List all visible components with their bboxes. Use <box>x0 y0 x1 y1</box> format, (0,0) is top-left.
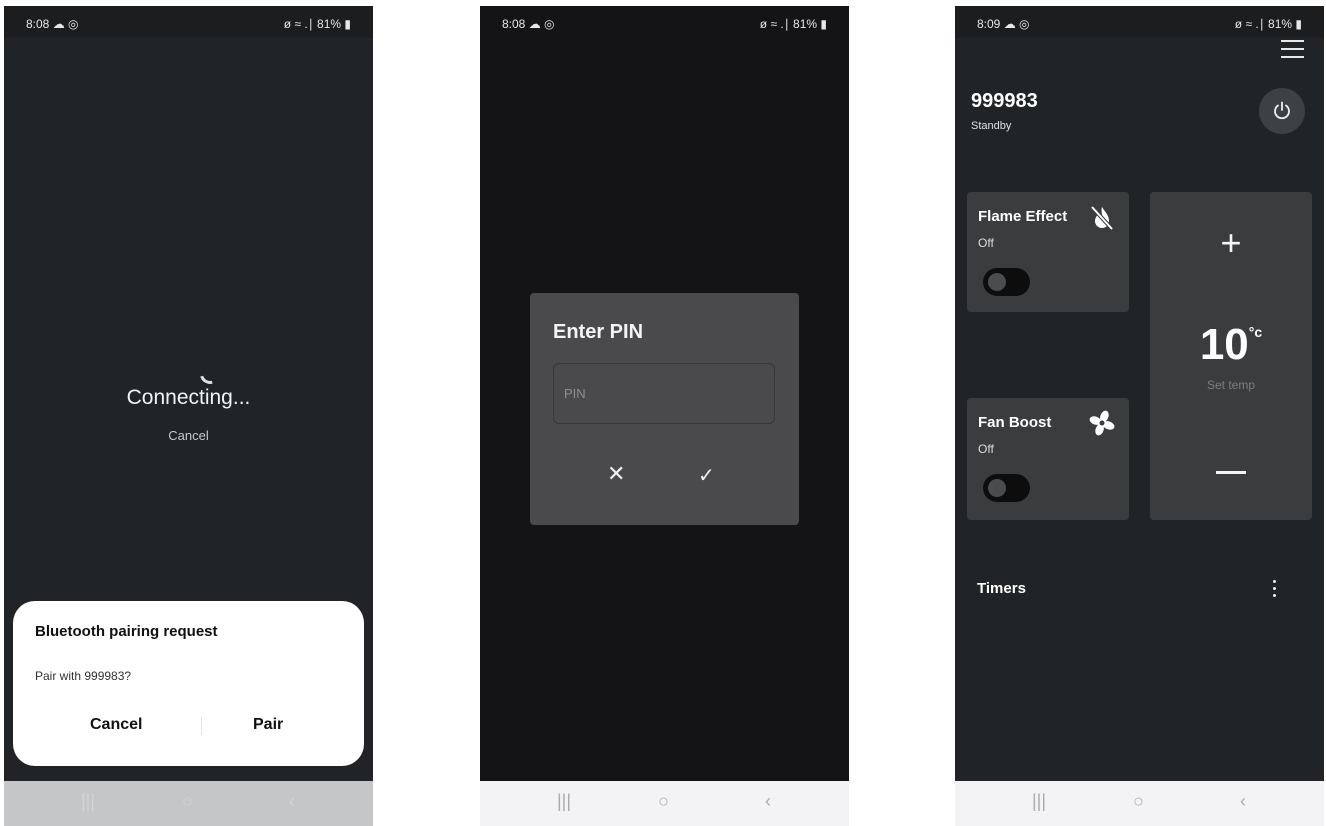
fan-icon <box>1089 410 1115 436</box>
fan-boost-toggle[interactable] <box>983 474 1030 502</box>
recent-apps-icon[interactable]: ||| <box>557 791 571 812</box>
system-nav-bar: ||| ○ ‹ <box>480 781 849 826</box>
timers-heading: Timers <box>977 580 1026 597</box>
enter-pin-dialog: Enter PIN ✕ ✓ <box>530 293 799 525</box>
back-icon[interactable]: ‹ <box>1240 791 1246 812</box>
dialog-title: Bluetooth pairing request <box>35 623 218 640</box>
status-bar: 8:09 ☁ ◎ ø ≈ .∣ 81% ▮ <box>955 6 1324 38</box>
dialog-title: Enter PIN <box>553 321 644 343</box>
bluetooth-pairing-dialog: Bluetooth pairing request Pair with 9999… <box>13 601 364 766</box>
increase-temp-button[interactable]: + <box>1150 222 1312 264</box>
toggle-knob <box>988 479 1006 497</box>
temperature-readout: 10°c <box>1150 320 1312 370</box>
home-icon[interactable]: ○ <box>182 791 193 812</box>
status-time: 8:08 ☁ ◎ <box>26 17 79 31</box>
button-divider <box>201 717 202 735</box>
fan-boost-title: Fan Boost <box>978 414 1052 431</box>
status-time: 8:08 ☁ ◎ <box>502 17 555 31</box>
fan-boost-state: Off <box>978 442 994 456</box>
recent-apps-icon[interactable]: ||| <box>1032 791 1046 812</box>
pair-button[interactable]: Pair <box>253 716 283 734</box>
flame-off-icon <box>1090 205 1114 231</box>
back-icon[interactable]: ‹ <box>289 791 295 812</box>
cancel-connect-link[interactable]: Cancel <box>4 428 373 443</box>
loading-spinner-icon <box>196 360 224 388</box>
temperature-unit: °c <box>1248 324 1263 340</box>
flame-effect-state: Off <box>978 236 994 250</box>
device-state: Standby <box>971 120 1012 132</box>
device-name: 999983 <box>971 90 1038 112</box>
status-indicators: ø ≈ .∣ 81% ▮ <box>1234 17 1302 31</box>
status-indicators: ø ≈ .∣ 81% ▮ <box>759 17 827 31</box>
home-icon[interactable]: ○ <box>1133 791 1144 812</box>
fan-boost-tile: Fan Boost Off <box>967 398 1129 520</box>
pin-input[interactable] <box>553 363 775 424</box>
screen-enter-pin: 8:08 ☁ ◎ ø ≈ .∣ 81% ▮ Enter PIN ✕ ✓ ||| … <box>480 6 849 826</box>
system-nav-bar: ||| ○ ‹ <box>4 781 373 826</box>
decrease-temp-button[interactable] <box>1216 471 1246 474</box>
power-button[interactable] <box>1259 88 1305 134</box>
more-options-icon[interactable] <box>1273 580 1277 601</box>
flame-effect-title: Flame Effect <box>978 208 1068 225</box>
status-bar: 8:08 ☁ ◎ ø ≈ .∣ 81% ▮ <box>4 6 373 38</box>
home-icon[interactable]: ○ <box>658 791 669 812</box>
cancel-button[interactable]: Cancel <box>90 716 142 734</box>
status-indicators: ø ≈ .∣ 81% ▮ <box>283 17 351 31</box>
temperature-value: 10 <box>1199 320 1249 369</box>
dialog-message: Pair with 999983? <box>35 669 132 683</box>
checkmark-icon[interactable]: ✓ <box>698 463 715 488</box>
set-temp-label: Set temp <box>1206 378 1256 392</box>
toggle-knob <box>988 273 1006 291</box>
power-icon <box>1274 101 1290 120</box>
back-icon[interactable]: ‹ <box>765 791 771 812</box>
status-bar: 8:08 ☁ ◎ ø ≈ .∣ 81% ▮ <box>480 6 849 38</box>
close-icon[interactable]: ✕ <box>607 461 625 487</box>
connecting-label: Connecting... <box>126 386 251 409</box>
flame-effect-toggle[interactable] <box>983 268 1030 296</box>
hamburger-menu-icon[interactable] <box>1281 40 1304 64</box>
recent-apps-icon[interactable]: ||| <box>81 791 95 812</box>
system-nav-bar: ||| ○ ‹ <box>955 781 1324 826</box>
flame-effect-tile: Flame Effect Off <box>967 192 1129 312</box>
status-time: 8:09 ☁ ◎ <box>977 17 1030 31</box>
screen-connecting: 8:08 ☁ ◎ ø ≈ .∣ 81% ▮ Connecting... Canc… <box>4 6 373 826</box>
temperature-tile: + 10°c Set temp <box>1150 192 1312 520</box>
screen-device-control: 8:09 ☁ ◎ ø ≈ .∣ 81% ▮ 999983 Standby Fla… <box>955 6 1324 826</box>
